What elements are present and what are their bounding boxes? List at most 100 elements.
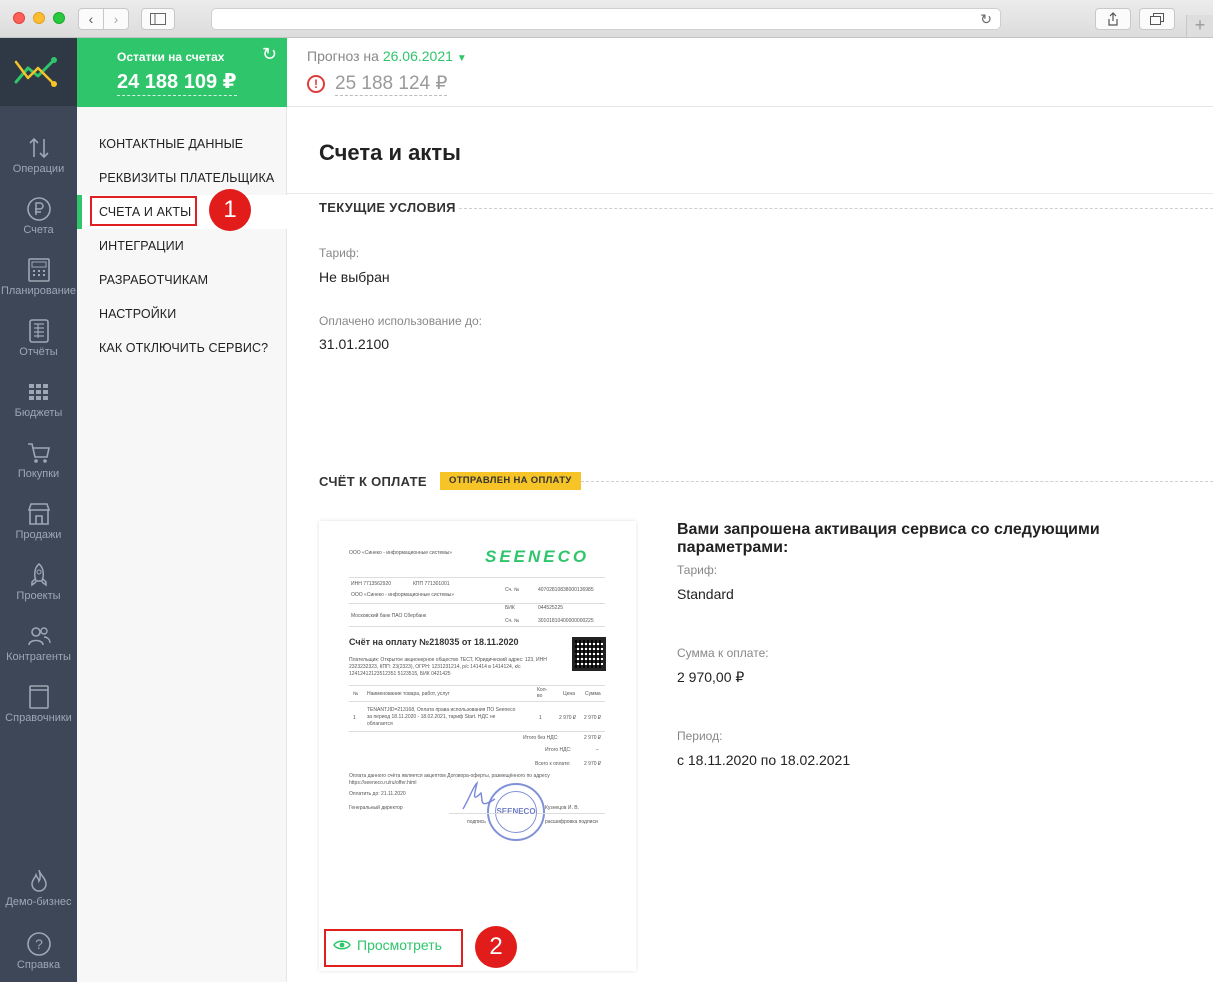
new-tab-button[interactable]: +	[1186, 15, 1213, 37]
reload-icon[interactable]: ↻	[980, 11, 992, 28]
address-bar[interactable]: ↻	[211, 8, 1001, 30]
menu-item-settings[interactable]: НАСТРОЙКИ	[99, 307, 176, 321]
app-logo[interactable]	[0, 38, 77, 106]
invoice-col-qty: Кол-во	[537, 687, 548, 699]
tariff-label: Тариф:	[319, 246, 360, 260]
rail-item-budgets[interactable]: Бюджеты	[0, 379, 77, 419]
rail-item-contractors[interactable]: Контрагенты	[0, 623, 77, 663]
rail-item-sales[interactable]: Продажи	[0, 501, 77, 541]
rail-label: Покупки	[17, 468, 60, 480]
menu-item-integrations[interactable]: ИНТЕГРАЦИИ	[99, 239, 184, 253]
main-nav-rail: Операции Счета Планирование Отчёты Бюдже…	[0, 38, 77, 982]
invoice-rule	[537, 813, 605, 814]
divider	[287, 193, 1213, 194]
invoice-col-sum: Сумма	[585, 691, 601, 697]
rail-label: Продажи	[15, 529, 62, 541]
close-window-button[interactable]	[13, 12, 25, 24]
highlight-box-view	[324, 929, 463, 967]
rail-item-demo-business[interactable]: Демо-бизнес	[0, 868, 77, 908]
menu-active-indicator	[77, 195, 82, 229]
activation-tariff-value: Standard	[677, 586, 734, 602]
sidebar-icon	[150, 13, 166, 25]
menu-item-payer-details[interactable]: РЕКВИЗИТЫ ПЛАТЕЛЬЩИКА	[99, 171, 274, 185]
invoice-title: Счёт на оплату №218035 от 18.11.2020	[349, 637, 519, 647]
rail-label: Справочники	[5, 712, 72, 724]
menu-item-contacts[interactable]: КОНТАКТНЫЕ ДАННЫЕ	[99, 137, 243, 151]
svg-text:?: ?	[35, 936, 43, 952]
invoice-director: Генеральный директор	[349, 805, 403, 811]
rail-label: Бюджеты	[14, 407, 63, 419]
invoice-vat-label: Итого НДС:	[545, 747, 572, 753]
rail-item-reports[interactable]: Отчёты	[0, 318, 77, 358]
invoice-row-price: 2 970 ₽	[559, 715, 577, 721]
share-button[interactable]	[1095, 8, 1131, 30]
forecast-panel: Прогноз на 26.06.2021 ▼ ! 25 188 124 ₽	[287, 38, 1213, 107]
invoice-corr-label: Сч. №	[505, 618, 520, 624]
invoice-logo: SEENECO	[485, 547, 590, 566]
menu-item-developers[interactable]: РАЗРАБОТЧИКАМ	[99, 273, 208, 287]
rocket-icon	[30, 563, 47, 587]
rail-item-help[interactable]: ? Справка	[0, 931, 77, 971]
invoice-account-label: Сч. №	[505, 587, 520, 593]
rail-label: Счета	[23, 224, 54, 236]
activation-period-label: Период:	[677, 729, 723, 743]
forecast-label: Прогноз на	[307, 48, 379, 64]
invoice-row-n: 1	[353, 715, 356, 721]
minimize-window-button[interactable]	[33, 12, 45, 24]
chart-logo-icon	[14, 57, 57, 87]
settings-menu: КОНТАКТНЫЕ ДАННЫЕ РЕКВИЗИТЫ ПЛАТЕЛЬЩИКА …	[77, 107, 287, 982]
rail-item-accounts[interactable]: Счета	[0, 196, 77, 236]
invoice-row-desc: за период 18.11.2020 - 18.02.2021, тариф…	[367, 714, 496, 720]
rail-item-planning[interactable]: Планирование	[0, 257, 77, 297]
caret-down-icon[interactable]: ▼	[457, 53, 467, 64]
invoice-payer: 12412412123512351 5123515, БИК 0421425	[349, 671, 451, 677]
invoice-payer: Плательщик: Открытое акционерное обществ…	[349, 657, 547, 663]
maximize-window-button[interactable]	[53, 12, 65, 24]
invoice-preview[interactable]: ООО «Синеко - информационные системы» SE…	[319, 521, 636, 971]
chevron-left-icon: ‹	[88, 11, 94, 27]
invoice-total-label: Всего к оплате:	[535, 761, 571, 767]
invoice-row-desc: облагается	[367, 721, 393, 727]
help-icon: ?	[26, 932, 51, 956]
invoice-rule	[349, 603, 605, 604]
activation-tariff-label: Тариф:	[677, 563, 718, 577]
invoice-total: 2 970 ₽	[584, 761, 602, 767]
invoice-signer: Кузнецов И. В.	[545, 805, 579, 811]
annotation-badge-2: 2	[475, 926, 517, 968]
invoice-kpp: КПП 771301001	[413, 581, 450, 587]
rail-item-projects[interactable]: Проекты	[0, 562, 77, 602]
refresh-icon[interactable]: ↻	[262, 44, 277, 65]
invoice-pay-until: Оплатить до: 21.11.2020	[349, 791, 406, 797]
ruble-icon	[26, 197, 51, 221]
forecast-date[interactable]: 26.06.2021	[383, 48, 453, 64]
paid-until-label: Оплачено использование до:	[319, 314, 482, 328]
browser-toolbar: ‹ › ↻ +	[0, 0, 1213, 38]
invoice-sign-decode: расшифровка подписи	[545, 819, 598, 825]
forward-button[interactable]: ›	[103, 8, 129, 30]
sidebar-toggle-button[interactable]	[141, 8, 175, 30]
invoice-col-n: №	[353, 691, 359, 697]
invoice-corr-value: 30101810400000000225	[538, 618, 594, 624]
invoice-rule	[449, 813, 519, 814]
invoice-bik-value: 044525225	[538, 605, 564, 611]
tab-overview-button[interactable]	[1139, 8, 1175, 30]
invoice-inn: ИНН 7713562920	[351, 581, 392, 587]
invoice-payer: 2323232323, КПП: 23(2323), ОГРН: 1231231…	[349, 664, 521, 670]
forecast-caption[interactable]: Прогноз на 26.06.2021 ▼	[307, 48, 467, 64]
invoice-vat: –	[596, 747, 599, 753]
page-title: Счета и акты	[319, 140, 461, 165]
forecast-amount[interactable]: 25 188 124 ₽	[335, 72, 448, 96]
invoice-account-value: 40702810838000136985	[538, 587, 594, 593]
back-button[interactable]: ‹	[78, 8, 104, 30]
menu-item-disable-service[interactable]: КАК ОТКЛЮЧИТЬ СЕРВИС?	[99, 341, 268, 355]
invoice-rule	[349, 685, 605, 686]
activation-amount-label: Сумма к оплате:	[677, 646, 769, 660]
balance-amount[interactable]: 24 188 109 ₽	[117, 69, 237, 96]
rail-label: Операции	[12, 163, 65, 175]
rail-item-operations[interactable]: Операции	[0, 135, 77, 175]
store-icon	[27, 503, 50, 525]
rail-item-purchases[interactable]: Покупки	[0, 440, 77, 480]
activation-period-value: с 18.11.2020 по 18.02.2021	[677, 752, 851, 768]
rail-item-directories[interactable]: Справочники	[0, 684, 77, 724]
account-balance-panel[interactable]: Остатки на счетах 24 188 109 ₽ ↻	[77, 38, 287, 107]
